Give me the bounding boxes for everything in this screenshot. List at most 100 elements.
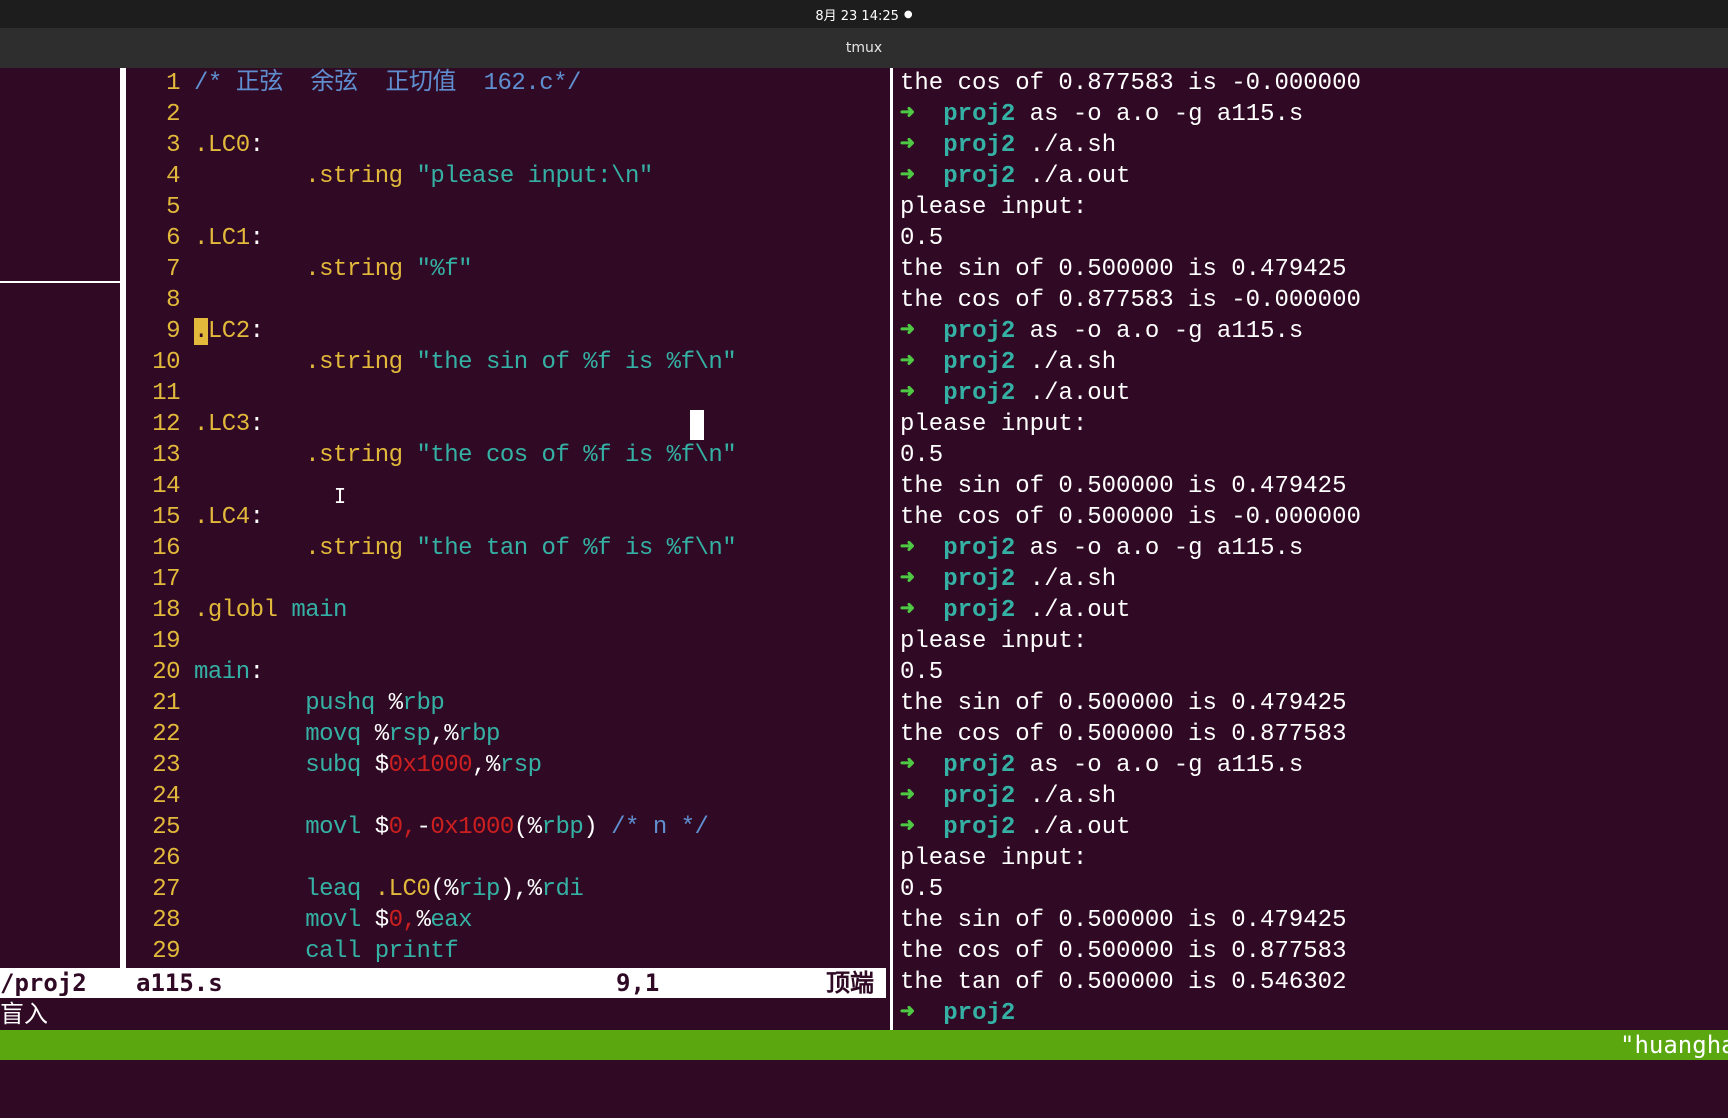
vim-statusline: /proj2 a115.s 9,1 顶端 xyxy=(0,968,886,998)
prompt-dir: proj2 xyxy=(943,814,1016,841)
code-line[interactable]: 29 call printf xyxy=(136,936,891,967)
left-tmux-pane[interactable] xyxy=(0,68,120,968)
window-titlebar[interactable]: tmux xyxy=(0,28,1728,68)
code-token: ),% xyxy=(499,876,542,903)
line-number: 16 xyxy=(152,535,180,562)
line-number: 29 xyxy=(152,938,180,965)
code-line[interactable]: 4 .string "please input:\n" xyxy=(136,161,891,192)
prompt-line: ➜ proj2 ./a.out xyxy=(900,161,1728,192)
code-token: /* 正弦 余弦 正切值 162.c*/ xyxy=(194,70,581,97)
code-line[interactable]: 15 .LC4: xyxy=(136,502,891,533)
code-line[interactable]: 16 .string "the tan of %f is %f\n" xyxy=(136,533,891,564)
code-token: .string xyxy=(194,163,417,190)
code-token: 0x1000 xyxy=(430,814,514,841)
code-line[interactable]: 24 xyxy=(136,781,891,812)
code-line[interactable]: 14 xyxy=(136,471,891,502)
output-text: the sin of 0.500000 is 0.479425 xyxy=(900,256,1347,283)
terminal-pane[interactable]: the cos of 0.877583 is -0.000000 ➜ proj2 … xyxy=(900,68,1728,1030)
code-token: % xyxy=(374,721,389,748)
output-text: 0.5 xyxy=(900,442,944,469)
line-number: 11 xyxy=(152,380,180,407)
prompt-line: ➜ proj2 ./a.out xyxy=(900,595,1728,626)
prompt-dir: proj2 xyxy=(943,1000,1016,1027)
clock[interactable]: 8月 23 14:25 xyxy=(815,5,899,24)
code-line[interactable]: 26 xyxy=(136,843,891,874)
prompt-dir: proj2 xyxy=(943,752,1016,779)
code-line[interactable]: 9 .LC2: xyxy=(136,316,891,347)
output-line: the sin of 0.500000 is 0.479425 xyxy=(900,254,1728,285)
code-token: .LC1 xyxy=(194,225,250,252)
output-text: the cos of 0.500000 is 0.877583 xyxy=(900,938,1347,965)
code-line[interactable]: 3 .LC0: xyxy=(136,130,891,161)
code-token: 0, xyxy=(388,814,417,841)
line-number: 18 xyxy=(152,597,180,624)
status-cursor-position: 9,1 xyxy=(616,969,660,997)
code-line[interactable]: 25 movl $0,-0x1000(%rbp) /* n */ xyxy=(136,812,891,843)
prompt-line: ➜ proj2 ./a.sh xyxy=(900,347,1728,378)
code-token: .LC0 xyxy=(194,132,250,159)
vim-command-line[interactable]: 盲入 xyxy=(0,998,886,1030)
code-line[interactable]: 18 .globl main xyxy=(136,595,891,626)
pane-border xyxy=(120,68,126,968)
code-view[interactable]: 1/* 正弦 余弦 正切值 162.c*/2 3 .LC0: 4 .string "p… xyxy=(136,68,891,967)
code-line[interactable]: 20 main: xyxy=(136,657,891,688)
code-line[interactable]: 19 xyxy=(136,626,891,657)
prompt-dir: proj2 xyxy=(943,101,1016,128)
prompt-line: ➜ proj2 as -o a.o -g a115.s xyxy=(900,750,1728,781)
code-token: - xyxy=(416,814,431,841)
terminal-output[interactable]: the cos of 0.877583 is -0.000000 ➜ proj2 … xyxy=(900,68,1728,1029)
code-line[interactable]: 2 xyxy=(136,99,891,130)
prompt-line: ➜ proj2 ./a.sh xyxy=(900,564,1728,595)
output-line: the sin of 0.500000 is 0.479425 xyxy=(900,471,1728,502)
code-token: rsp xyxy=(388,721,431,748)
code-line[interactable]: 10 .string "the sin of %f is %f\n" xyxy=(136,347,891,378)
vim-editor[interactable]: 1/* 正弦 余弦 正切值 162.c*/2 3 .LC0: 4 .string "p… xyxy=(136,68,891,968)
line-number: 20 xyxy=(152,659,180,686)
window-title: tmux xyxy=(845,40,883,56)
code-line[interactable]: 12 .LC3: xyxy=(136,409,891,440)
prompt-arrow-icon: ➜ xyxy=(900,535,944,562)
prompt-arrow-icon: ➜ xyxy=(900,1000,944,1027)
code-line[interactable]: 23 subq $0x1000,%rsp xyxy=(136,750,891,781)
code-token: movl xyxy=(194,814,375,841)
code-token: : xyxy=(249,132,264,159)
pane-separator[interactable] xyxy=(890,68,893,1030)
output-text: the tan of 0.500000 is 0.546302 xyxy=(900,969,1347,996)
line-number: 13 xyxy=(152,442,180,469)
code-token: movl xyxy=(194,907,375,934)
code-token: rbp xyxy=(541,814,584,841)
code-line[interactable]: 11 xyxy=(136,378,891,409)
code-token: rsp xyxy=(499,752,542,779)
code-line[interactable]: 7 .string "%f" xyxy=(136,254,891,285)
code-line[interactable]: 5 xyxy=(136,192,891,223)
code-line[interactable]: 8 xyxy=(136,285,891,316)
line-number: 22 xyxy=(152,721,180,748)
output-text: the cos of 0.500000 is 0.877583 xyxy=(900,721,1347,748)
code-token: "the sin of %f is %f\n" xyxy=(416,349,737,376)
code-line[interactable]: 22 movq %rsp,%rbp xyxy=(136,719,891,750)
code-line[interactable]: 1 /* 正弦 余弦 正切值 162.c*/ xyxy=(136,68,891,99)
code-line[interactable]: 6 .LC1: xyxy=(136,223,891,254)
prompt-arrow-icon: ➜ xyxy=(900,783,944,810)
code-token: main xyxy=(194,659,250,686)
code-token: LC2 xyxy=(207,318,250,345)
code-line[interactable]: 21 pushq %rbp xyxy=(136,688,891,719)
command-line-text: 盲入 xyxy=(0,1000,48,1028)
code-line[interactable]: 13 .string "the cos of %f is %f\n" xyxy=(136,440,891,471)
prompt-command: ./a.out xyxy=(1015,380,1131,407)
prompt-line: ➜ proj2 as -o a.o -g a115.s xyxy=(900,316,1728,347)
code-token: call xyxy=(194,938,375,965)
code-token: . xyxy=(194,318,208,345)
code-line[interactable]: 28 movl $0,%eax xyxy=(136,905,891,936)
notification-dot-icon: ● xyxy=(903,8,913,20)
prompt-arrow-icon: ➜ xyxy=(900,101,944,128)
output-text: please input: xyxy=(900,194,1088,221)
line-number: 24 xyxy=(152,783,180,810)
code-line[interactable]: 17 xyxy=(136,564,891,595)
line-number: 14 xyxy=(152,473,180,500)
code-token: rbp xyxy=(402,690,445,717)
code-token: : xyxy=(249,659,264,686)
tmux-status-bar: "huangha xyxy=(0,1030,1728,1060)
code-line[interactable]: 27 leaq .LC0(%rip),%rdi xyxy=(136,874,891,905)
output-text: please input: xyxy=(900,411,1088,438)
